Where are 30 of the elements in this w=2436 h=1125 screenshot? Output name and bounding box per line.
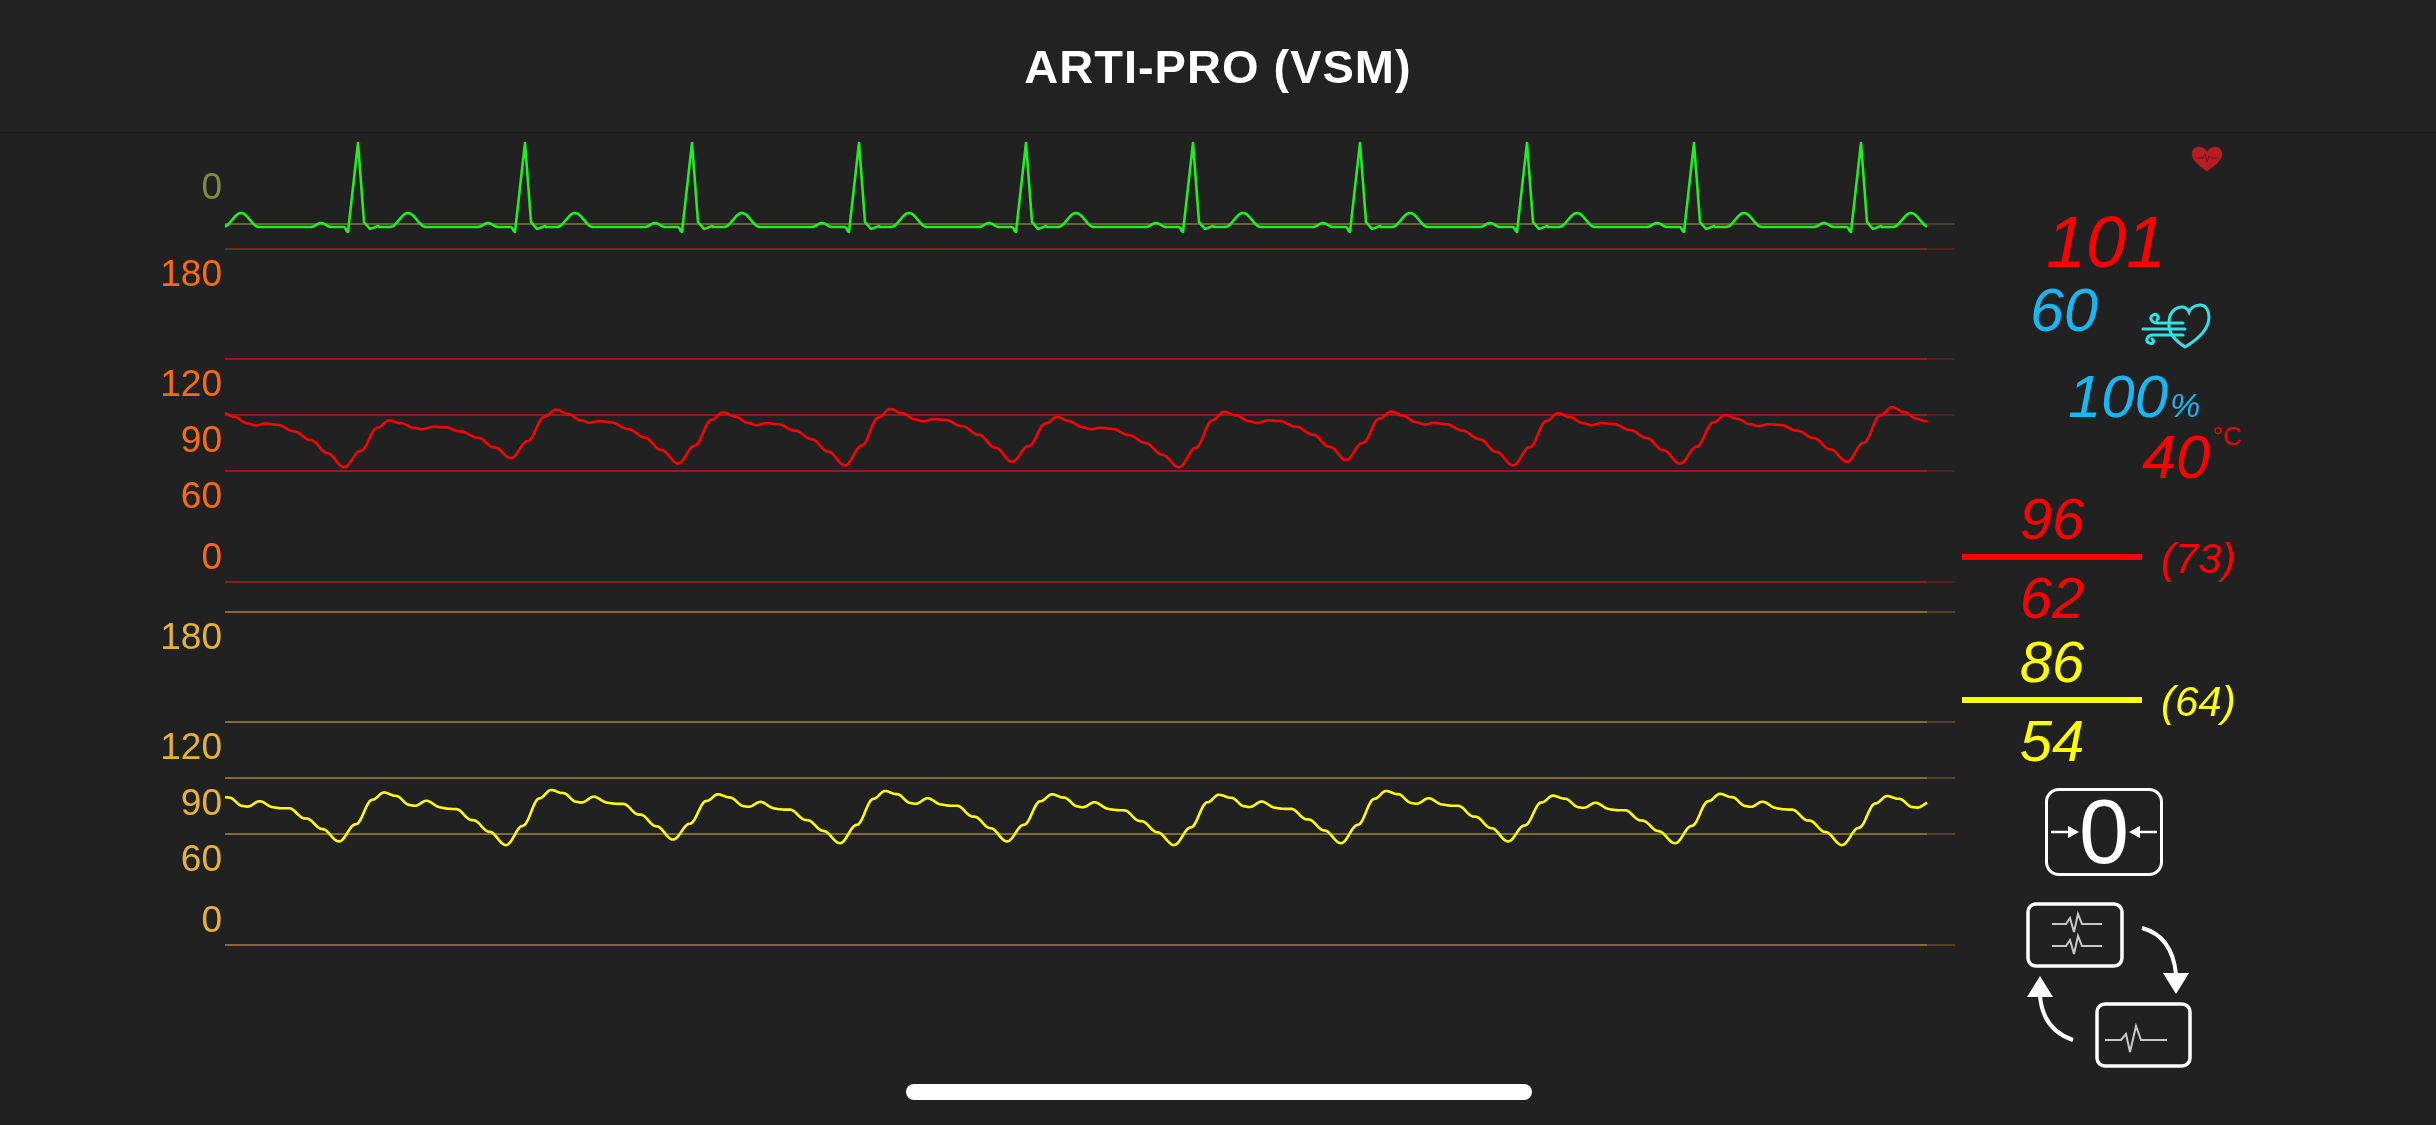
scale-label: 120: [160, 726, 222, 767]
left-arrow-icon: [2129, 825, 2158, 839]
scale-label: 0: [201, 899, 222, 940]
diastolic-value: 62: [2019, 569, 2085, 627]
diastolic-value: 54: [2019, 712, 2085, 770]
scale-label: 90: [180, 782, 222, 823]
systolic-value: 86: [2019, 633, 2085, 691]
reading-value: 100: [2068, 367, 2169, 427]
unit-label: °C: [2212, 423, 2243, 449]
mean-value: (64): [2161, 680, 2236, 723]
layout-switch-button[interactable]: [2026, 902, 2193, 1068]
reading-value: 101: [2046, 206, 2167, 278]
scale-label: 0: [201, 536, 222, 577]
scale-label: 60: [180, 838, 222, 879]
systolic-value: 96: [2019, 490, 2085, 548]
scale-label: 60: [180, 475, 222, 516]
reading-value: 40: [2142, 427, 2210, 488]
unit-label: %: [2170, 388, 2201, 422]
app-title: ARTI-PRO (VSM): [1024, 38, 1412, 94]
screen-cycle-icon: [2026, 902, 2193, 1068]
reading-value: 60: [2030, 280, 2098, 341]
scale-label: 90: [180, 419, 222, 460]
scale-label: 180: [160, 253, 222, 294]
heart-icon: [2191, 146, 2223, 172]
zero-button[interactable]: 0: [2045, 788, 2163, 876]
scale-label: 0: [201, 166, 222, 207]
scale-label: 180: [160, 616, 222, 657]
right-arrow-icon: [2050, 825, 2079, 839]
scale-label: 120: [160, 363, 222, 404]
mean-value: (73): [2161, 537, 2236, 580]
